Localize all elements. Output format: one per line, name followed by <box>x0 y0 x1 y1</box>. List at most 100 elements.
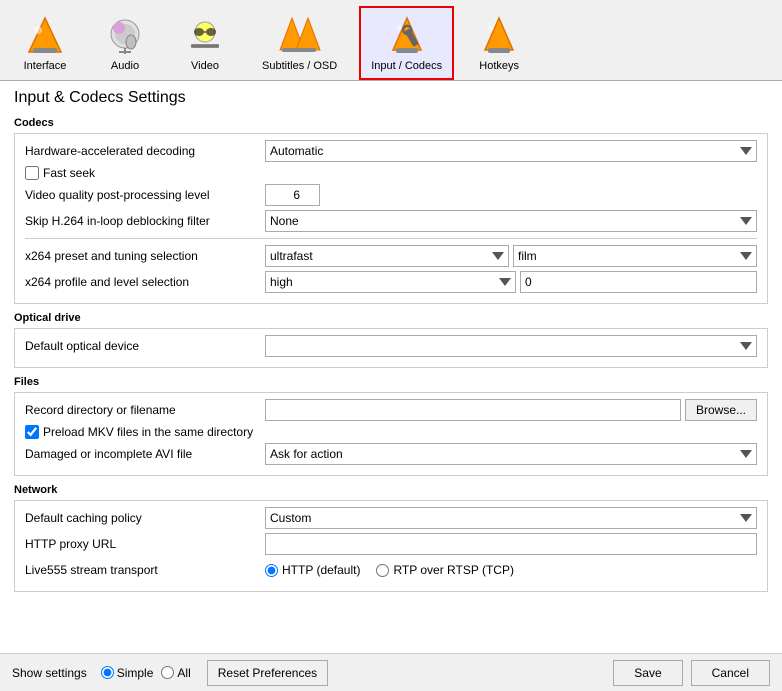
show-settings-label: Show settings <box>12 666 87 680</box>
live555-http-label: HTTP (default) <box>282 563 360 577</box>
default-device-row: Default optical device <box>25 335 757 357</box>
simple-option: Simple <box>101 666 154 680</box>
optical-section: Optical drive Default optical device <box>14 312 768 368</box>
skip-h264-row: Skip H.264 in-loop deblocking filter Non… <box>25 210 757 232</box>
reset-preferences-button[interactable]: Reset Preferences <box>207 660 328 686</box>
preload-mkv-label: Preload MKV files in the same directory <box>43 425 253 439</box>
skip-h264-label: Skip H.264 in-loop deblocking filter <box>25 214 265 228</box>
live555-http-radio[interactable] <box>265 564 278 577</box>
x264-level-input[interactable] <box>520 271 757 293</box>
video-quality-label: Video quality post-processing level <box>25 188 265 202</box>
x264-preset-label: x264 preset and tuning selection <box>25 249 265 263</box>
all-label: All <box>177 666 190 680</box>
all-radio[interactable] <box>161 666 174 679</box>
fast-seek-label: Fast seek <box>43 166 95 180</box>
http-proxy-row: HTTP proxy URL <box>25 533 757 555</box>
x264-profile-label: x264 profile and level selection <box>25 275 265 289</box>
network-section-content: Default caching policy Custom Lowest lat… <box>14 500 768 592</box>
live555-rtp-radio[interactable] <box>376 564 389 577</box>
live555-rtp-label: RTP over RTSP (TCP) <box>393 563 513 577</box>
video-icon <box>183 14 227 58</box>
hotkeys-icon <box>477 14 521 58</box>
caching-policy-control: Custom Lowest latency Low latency Normal… <box>265 507 757 529</box>
hw-decoding-label: Hardware-accelerated decoding <box>25 144 265 158</box>
record-dir-label: Record directory or filename <box>25 403 265 417</box>
codecs-section-title: Codecs <box>14 117 768 129</box>
hw-decoding-control: Automatic DirectX VA 2.0 DXVA 1.0 Disabl… <box>265 140 757 162</box>
video-quality-input[interactable] <box>265 184 320 206</box>
record-dir-input[interactable] <box>265 399 681 421</box>
page-title: Input & Codecs Settings <box>14 89 768 107</box>
video-quality-control <box>265 184 757 206</box>
audio-icon <box>103 14 147 58</box>
record-dir-control: Browse... <box>265 399 757 421</box>
caching-policy-label: Default caching policy <box>25 511 265 525</box>
network-section: Network Default caching policy Custom Lo… <box>14 484 768 592</box>
damaged-avi-select[interactable]: Ask for action Repair Always fix Ignore <box>265 443 757 465</box>
x264-preset-select[interactable]: ultrafast superfast veryfast faster fast… <box>265 245 509 267</box>
files-section-content: Record directory or filename Browse... P… <box>14 392 768 476</box>
preload-mkv-row: Preload MKV files in the same directory <box>25 425 757 439</box>
damaged-avi-label: Damaged or incomplete AVI file <box>25 447 265 461</box>
optical-section-title: Optical drive <box>14 312 768 324</box>
x264-preset-control: ultrafast superfast veryfast faster fast… <box>265 245 757 267</box>
video-quality-row: Video quality post-processing level <box>25 184 757 206</box>
nav-item-interface[interactable]: Interface <box>10 6 80 80</box>
live555-row: Live555 stream transport HTTP (default) … <box>25 559 757 581</box>
video-label: Video <box>191 60 219 72</box>
all-option: All <box>161 666 190 680</box>
live555-rtp-option: RTP over RTSP (TCP) <box>376 563 513 577</box>
main-content: Input & Codecs Settings Codecs Hardware-… <box>0 80 782 685</box>
interface-label: Interface <box>24 60 67 72</box>
live555-label: Live555 stream transport <box>25 563 265 577</box>
simple-radio[interactable] <box>101 666 114 679</box>
input-codecs-label: Input / Codecs <box>371 60 442 72</box>
x264-preset-row: x264 preset and tuning selection ultrafa… <box>25 245 757 267</box>
nav-item-hotkeys[interactable]: Hotkeys <box>464 6 534 80</box>
nav-item-input-codecs[interactable]: Input / Codecs <box>359 6 454 80</box>
live555-radio-group: HTTP (default) RTP over RTSP (TCP) <box>265 563 757 577</box>
record-dir-row: Record directory or filename Browse... <box>25 399 757 421</box>
files-section: Files Record directory or filename Brows… <box>14 376 768 476</box>
caching-policy-row: Default caching policy Custom Lowest lat… <box>25 507 757 529</box>
x264-profile-row: x264 profile and level selection high ma… <box>25 271 757 293</box>
fast-seek-checkbox[interactable] <box>25 166 39 180</box>
default-device-label: Default optical device <box>25 339 265 353</box>
default-device-select[interactable] <box>265 335 757 357</box>
hw-decoding-select[interactable]: Automatic DirectX VA 2.0 DXVA 1.0 Disabl… <box>265 140 757 162</box>
live555-http-option: HTTP (default) <box>265 563 360 577</box>
interface-icon <box>23 14 67 58</box>
audio-label: Audio <box>111 60 139 72</box>
codecs-section-content: Hardware-accelerated decoding Automatic … <box>14 133 768 304</box>
subtitles-icon <box>278 14 322 58</box>
http-proxy-control <box>265 533 757 555</box>
x264-profile-control: high main baseline <box>265 271 757 293</box>
save-button[interactable]: Save <box>613 660 682 686</box>
skip-h264-select[interactable]: None Nonref Bidir Nonkey All <box>265 210 757 232</box>
optical-section-content: Default optical device <box>14 328 768 368</box>
cancel-button[interactable]: Cancel <box>691 660 770 686</box>
network-section-title: Network <box>14 484 768 496</box>
caching-policy-select[interactable]: Custom Lowest latency Low latency Normal… <box>265 507 757 529</box>
hotkeys-label: Hotkeys <box>479 60 519 72</box>
skip-h264-control: None Nonref Bidir Nonkey All <box>265 210 757 232</box>
bottom-bar: Show settings Simple All Reset Preferenc… <box>0 653 782 691</box>
x264-profile-select[interactable]: high main baseline <box>265 271 516 293</box>
codecs-section: Codecs Hardware-accelerated decoding Aut… <box>14 117 768 304</box>
preload-mkv-checkbox[interactable] <box>25 425 39 439</box>
nav-item-video[interactable]: Video <box>170 6 240 80</box>
show-settings-radio-group: Simple All <box>101 666 191 680</box>
nav-item-subtitles[interactable]: Subtitles / OSD <box>250 6 349 80</box>
damaged-avi-row: Damaged or incomplete AVI file Ask for a… <box>25 443 757 465</box>
http-proxy-input[interactable] <box>265 533 757 555</box>
simple-label: Simple <box>117 666 154 680</box>
x264-tuning-select[interactable]: film animation grain stillimage <box>513 245 757 267</box>
nav-item-audio[interactable]: Audio <box>90 6 160 80</box>
hw-decoding-row: Hardware-accelerated decoding Automatic … <box>25 140 757 162</box>
browse-button[interactable]: Browse... <box>685 399 757 421</box>
files-section-title: Files <box>14 376 768 388</box>
damaged-avi-control: Ask for action Repair Always fix Ignore <box>265 443 757 465</box>
input-codecs-icon <box>385 14 429 58</box>
nav-bar: Interface Audio <box>0 0 782 80</box>
fast-seek-row: Fast seek <box>25 166 757 180</box>
